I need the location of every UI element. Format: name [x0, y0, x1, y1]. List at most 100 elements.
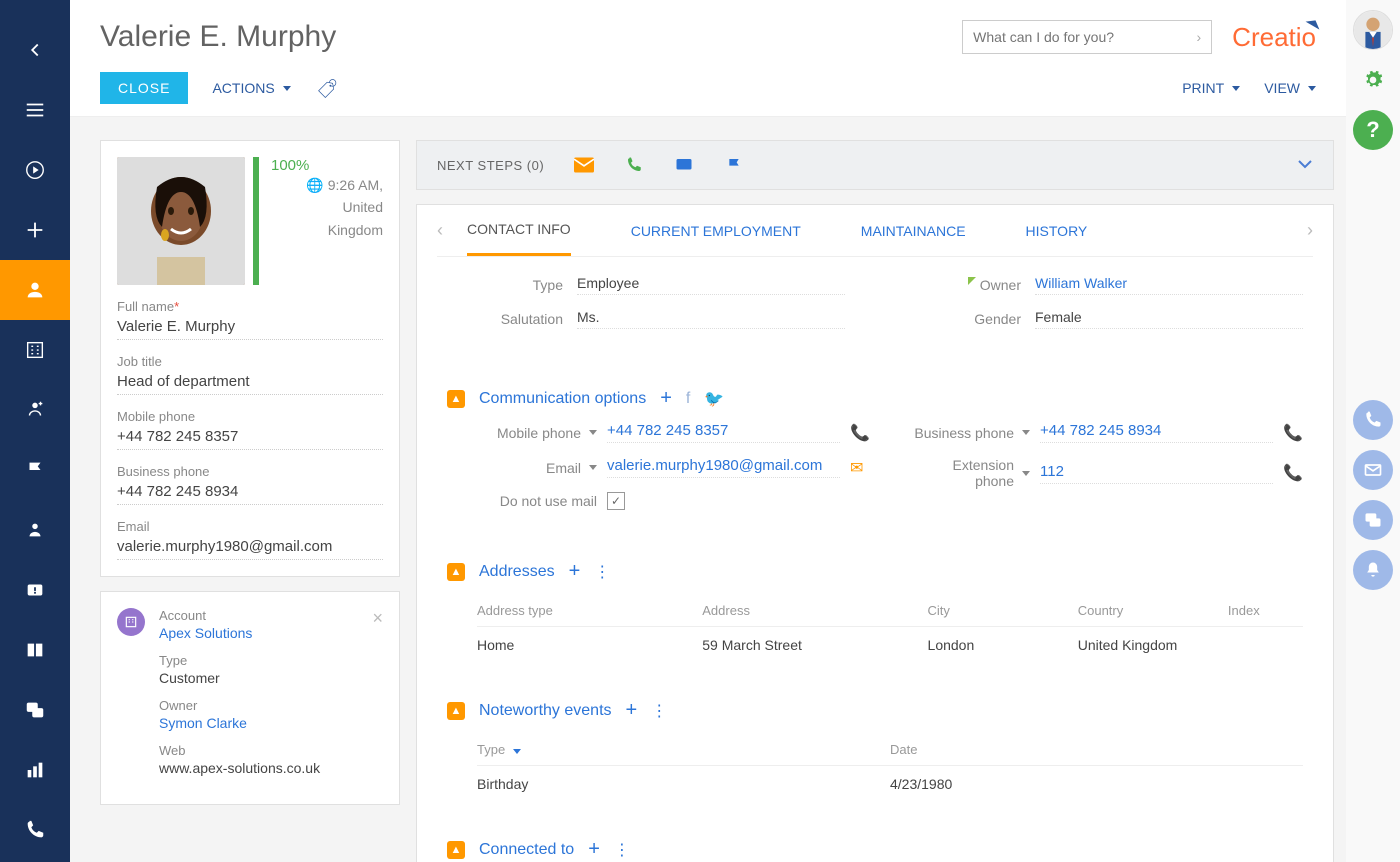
tab-employment[interactable]: CURRENT EMPLOYMENT	[631, 207, 801, 255]
connected-collapse-icon[interactable]: ▲	[447, 841, 465, 859]
ns-call-icon[interactable]	[624, 155, 644, 175]
addr-section-title[interactable]: Addresses	[479, 563, 555, 581]
phone-icon[interactable]: 📞	[1283, 423, 1303, 443]
addr-col-city[interactable]: City	[928, 603, 1078, 618]
info-gender-field[interactable]: Female	[1035, 309, 1303, 329]
addr-col-index[interactable]: Index	[1228, 603, 1303, 618]
addr-col-address[interactable]: Address	[702, 603, 927, 618]
contact-photo[interactable]	[117, 157, 245, 285]
current-user-avatar[interactable]	[1353, 10, 1393, 50]
addr-add-icon[interactable]: +	[569, 560, 581, 583]
tab-history[interactable]: HISTORY	[1026, 207, 1088, 255]
info-owner-field[interactable]: William Walker	[1035, 275, 1303, 295]
search-go-icon[interactable]: ›	[1197, 29, 1202, 45]
nav-calls[interactable]	[0, 800, 70, 860]
nav-feed[interactable]	[0, 680, 70, 740]
addr-collapse-icon[interactable]: ▲	[447, 563, 465, 581]
nav-alert[interactable]	[0, 560, 70, 620]
mail-bubble-icon[interactable]	[1353, 450, 1393, 490]
search-input[interactable]	[973, 29, 1173, 45]
connected-more-icon[interactable]: ⋮	[614, 840, 632, 860]
events-col-type[interactable]: Type	[477, 742, 505, 757]
events-more-icon[interactable]: ⋮	[651, 701, 669, 721]
table-row[interactable]: Home 59 March Street London United Kingd…	[477, 627, 1303, 663]
dnm-checkbox[interactable]: ✓	[607, 492, 625, 510]
nav-menu[interactable]	[0, 80, 70, 140]
ns-chat-icon[interactable]	[674, 155, 694, 175]
addr-more-icon[interactable]: ⋮	[594, 562, 612, 582]
job-title-label: Job title	[117, 354, 383, 369]
actions-dropdown[interactable]: ACTIONS	[212, 80, 290, 96]
view-dropdown[interactable]: VIEW	[1264, 80, 1316, 96]
addr-col-country[interactable]: Country	[1078, 603, 1228, 618]
events-add-icon[interactable]: +	[626, 699, 638, 722]
tabs-scroll-left-icon[interactable]: ‹	[437, 220, 443, 241]
comm-section-title[interactable]: Communication options	[479, 390, 646, 408]
print-dropdown[interactable]: PRINT	[1182, 80, 1240, 96]
phone-icon[interactable]: 📞	[850, 423, 870, 443]
info-type-field[interactable]: Employee	[577, 275, 845, 295]
mail-icon[interactable]: ✉	[850, 458, 870, 478]
comm-email-field[interactable]: valerie.murphy1980@gmail.com	[607, 457, 840, 478]
events-section-title[interactable]: Noteworthy events	[479, 702, 612, 720]
bell-bubble-icon[interactable]	[1353, 550, 1393, 590]
phone-bubble-icon[interactable]	[1353, 400, 1393, 440]
comm-mobile-field[interactable]: +44 782 245 8357	[607, 422, 840, 443]
facebook-icon[interactable]: f	[686, 390, 690, 408]
account-close-icon[interactable]: ×	[372, 608, 383, 629]
dnm-label: Do not use mail	[477, 493, 597, 509]
nav-accounts[interactable]	[0, 320, 70, 380]
phone-icon[interactable]: 📞	[1283, 463, 1303, 483]
events-col-date[interactable]: Date	[890, 742, 1303, 757]
table-row[interactable]: Birthday 4/23/1980	[477, 766, 1303, 802]
search-box[interactable]: ›	[962, 20, 1212, 54]
account-owner-link[interactable]: Symon Clarke	[159, 715, 383, 731]
nav-leads[interactable]	[0, 380, 70, 440]
connected-section-title[interactable]: Connected to	[479, 841, 574, 859]
tab-contact-info[interactable]: CONTACT INFO	[467, 205, 571, 256]
chat-bubble-icon[interactable]	[1353, 500, 1393, 540]
nav-rail	[0, 0, 70, 862]
nav-add[interactable]	[0, 200, 70, 260]
settings-icon[interactable]	[1353, 60, 1393, 100]
addr-col-type[interactable]: Address type	[477, 603, 702, 618]
ns-expand-icon[interactable]	[1297, 156, 1313, 174]
comm-ext-label: Extension phone	[910, 457, 1014, 489]
nav-back[interactable]	[0, 20, 70, 80]
account-type-value: Customer	[159, 670, 383, 686]
nav-knowledge[interactable]	[0, 620, 70, 680]
location-line1: United	[267, 196, 383, 218]
float-rail: ?	[1346, 10, 1400, 590]
nav-analytics[interactable]	[0, 740, 70, 800]
job-title-field[interactable]: Head of department	[117, 373, 383, 395]
close-button[interactable]: CLOSE	[100, 72, 188, 104]
nav-flags[interactable]	[0, 440, 70, 500]
nav-play[interactable]	[0, 140, 70, 200]
account-icon	[117, 608, 145, 636]
twitter-icon[interactable]: 🐦	[704, 389, 724, 409]
mobile-field[interactable]: +44 782 245 8357	[117, 428, 383, 450]
email-field[interactable]: valerie.murphy1980@gmail.com	[117, 538, 383, 560]
tag-icon[interactable]: 🏷	[316, 77, 337, 100]
comm-business-field[interactable]: +44 782 245 8934	[1040, 422, 1273, 443]
nav-user[interactable]	[0, 500, 70, 560]
tabs-scroll-right-icon[interactable]: ›	[1307, 220, 1313, 241]
addr-country-value: United Kingdom	[1078, 637, 1228, 653]
nav-contacts[interactable]	[0, 260, 70, 320]
connected-add-icon[interactable]: +	[588, 838, 600, 861]
comm-add-icon[interactable]: +	[660, 387, 672, 410]
help-icon[interactable]: ?	[1353, 110, 1393, 150]
account-web-label: Web	[159, 743, 383, 758]
events-collapse-icon[interactable]: ▲	[447, 702, 465, 720]
comm-collapse-icon[interactable]: ▲	[447, 390, 465, 408]
ns-email-icon[interactable]	[574, 155, 594, 175]
tab-maintainance[interactable]: MAINTAINANCE	[861, 207, 966, 255]
info-salutation-field[interactable]: Ms.	[577, 309, 845, 329]
owner-indicator-icon	[968, 277, 976, 285]
logo: Creatio	[1232, 22, 1316, 53]
account-link[interactable]: Apex Solutions	[159, 625, 383, 641]
comm-ext-field[interactable]: 112	[1040, 463, 1273, 484]
business-field[interactable]: +44 782 245 8934	[117, 483, 383, 505]
full-name-field[interactable]: Valerie E. Murphy	[117, 318, 383, 340]
ns-flag-icon[interactable]	[724, 155, 744, 175]
